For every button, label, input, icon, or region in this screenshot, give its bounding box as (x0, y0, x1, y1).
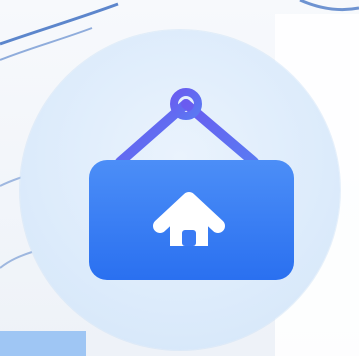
home-sign-icon (89, 88, 294, 280)
hanging-cord-icon (115, 88, 259, 167)
icon-canvas (0, 0, 359, 356)
bottom-strip (0, 331, 86, 356)
